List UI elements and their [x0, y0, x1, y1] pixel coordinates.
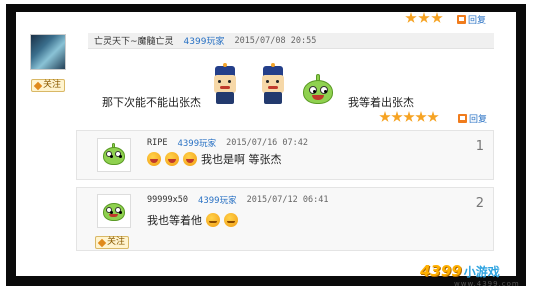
reply-item: RIPE 4399玩家 2015/07/16 07:42 我也是啊 等张杰 1	[76, 130, 494, 180]
top-reply-link[interactable]: 回复	[457, 13, 486, 26]
pencil-icon	[97, 238, 107, 247]
star-icon	[403, 111, 415, 122]
username[interactable]: RIPE	[147, 138, 167, 148]
brand-url: www.4399.com	[454, 280, 520, 288]
reply-date: 2015/07/12 06:41	[246, 195, 329, 205]
reply-date: 2015/07/16 07:42	[226, 138, 309, 148]
avatar[interactable]	[97, 194, 131, 228]
rating-stars	[379, 111, 439, 123]
post-header: 亡灵天下~魔髓亡灵 4399玩家 2015/07/08 20:55	[88, 33, 494, 49]
reply-text: 我也是啊 等张杰	[201, 153, 282, 166]
star-icon	[391, 111, 403, 122]
user-tag[interactable]: 4399玩家	[177, 137, 216, 149]
pencil-icon	[33, 81, 43, 90]
reply-icon	[457, 15, 466, 24]
floor-number: 2	[475, 196, 484, 211]
star-icon	[431, 12, 443, 23]
user-tag[interactable]: 4399玩家	[198, 194, 237, 206]
reply-link[interactable]: 回复	[458, 112, 487, 125]
username[interactable]: 99999x50	[147, 195, 188, 205]
follow-label: 关注	[43, 80, 62, 90]
follow-button[interactable]: 关注	[31, 79, 66, 92]
username[interactable]: 亡灵天下~魔髓亡灵	[94, 34, 174, 47]
star-icon	[427, 111, 439, 122]
brand-name: 4399	[420, 262, 462, 280]
zombie-emoticon-icon	[210, 63, 240, 104]
user-tag[interactable]: 4399玩家	[184, 34, 225, 47]
follow-button[interactable]: 关注	[95, 236, 130, 249]
frog-avatar-icon	[102, 143, 126, 167]
post-date: 2015/07/08 20:55	[234, 35, 317, 46]
avatar[interactable]	[30, 34, 66, 70]
floor-number: 1	[475, 139, 484, 154]
avatar[interactable]	[97, 138, 131, 172]
star-icon	[405, 12, 417, 23]
post-text-part2: 我等着出张杰	[348, 96, 414, 109]
smirk-emoticon-icon	[206, 213, 220, 227]
smile-emoticon-icon	[183, 152, 197, 166]
top-rating-stars	[405, 12, 443, 24]
star-icon	[418, 12, 430, 23]
frog-emoticon-icon	[301, 74, 335, 106]
smile-emoticon-icon	[165, 152, 179, 166]
reply-label: 回复	[468, 16, 487, 26]
frog-avatar-icon	[102, 199, 126, 223]
zombie-emoticon-icon	[258, 63, 288, 104]
reply-icon	[458, 114, 467, 123]
reply-label: 回复	[469, 115, 488, 125]
reply-text: 我也等着他	[147, 214, 202, 227]
follow-label: 关注	[107, 237, 126, 247]
smile-emoticon-icon	[147, 152, 161, 166]
reply-item: 关注 99999x50 4399玩家 2015/07/12 06:41 我也等着…	[76, 187, 494, 251]
smirk-emoticon-icon	[224, 213, 238, 227]
brand-logo: 4399 小游戏	[420, 262, 500, 280]
brand-sub: 小游戏	[463, 264, 500, 279]
post-text-part1: 那下次能不能出张杰	[102, 96, 201, 109]
star-icon	[379, 111, 391, 122]
star-icon	[415, 111, 427, 122]
